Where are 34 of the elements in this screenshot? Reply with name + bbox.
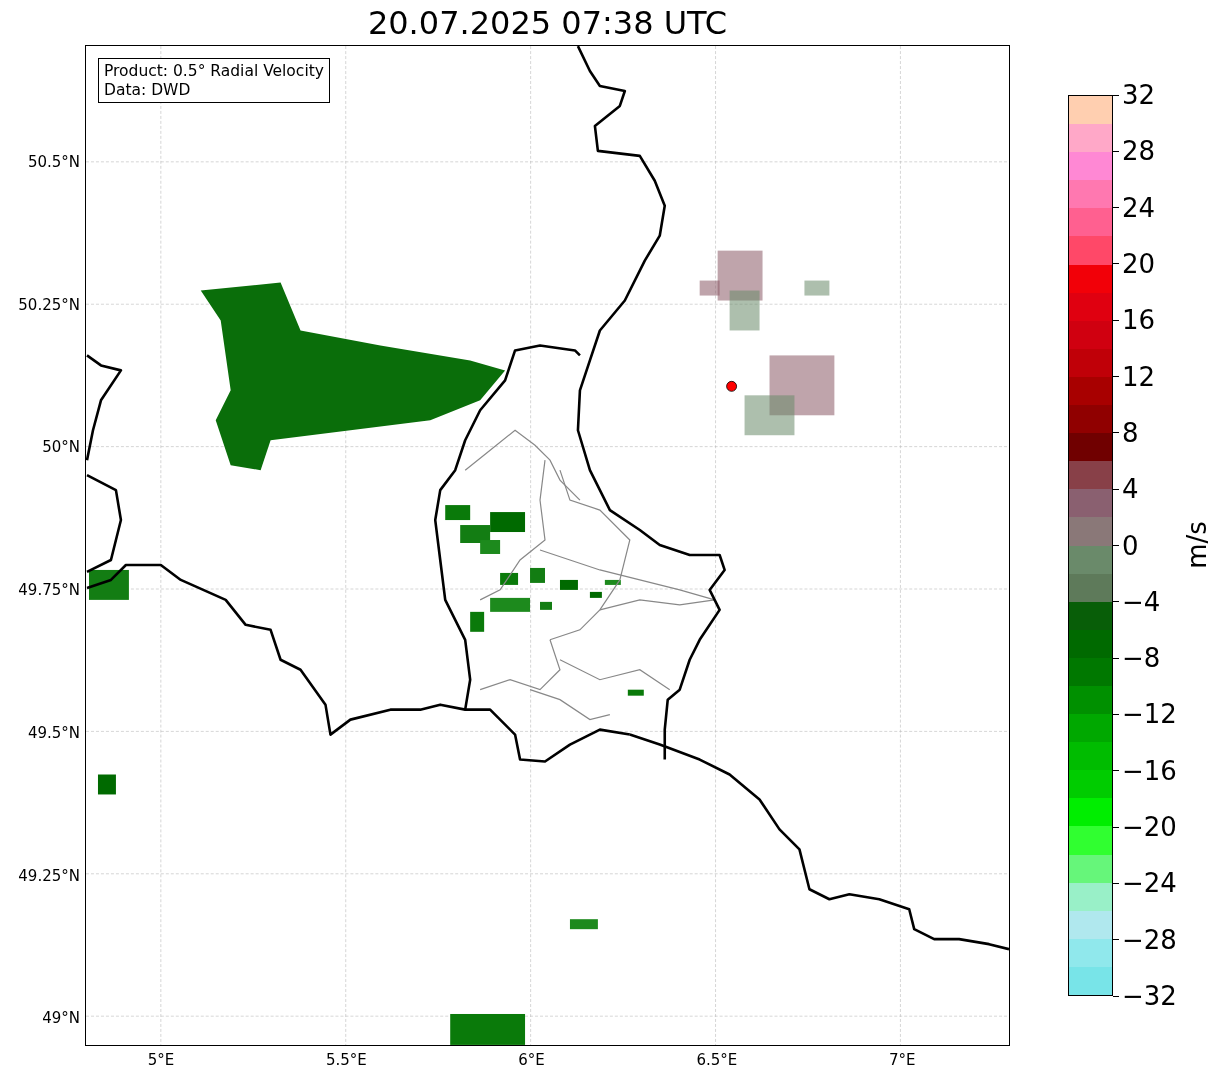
colorbar-tick-label: −28 bbox=[1122, 926, 1177, 953]
colorbar-tick-label: −24 bbox=[1122, 870, 1177, 897]
colorbar-tick-label: 12 bbox=[1122, 363, 1156, 390]
latitude-label: 49.75°N bbox=[18, 581, 80, 600]
latitude-label: 49.5°N bbox=[27, 723, 80, 742]
info-text: Data: DWD bbox=[104, 80, 192, 100]
longitude-label: 6°E bbox=[518, 1051, 545, 1069]
colorbar-tick-label: 32 bbox=[1122, 82, 1156, 108]
longitude-label: 5°E bbox=[147, 1051, 175, 1069]
colorbar-tick-label: 20 bbox=[1122, 250, 1156, 277]
radar-site-marker bbox=[726, 380, 737, 392]
latitude-label: 50.25°N bbox=[18, 295, 80, 314]
colorbar-tick-label: 4 bbox=[1122, 476, 1139, 503]
colorbar-tick-label: −32 bbox=[1122, 983, 1177, 1009]
colorbar-tick-label: −16 bbox=[1122, 757, 1177, 784]
colorbar-tick-label: 16 bbox=[1122, 307, 1156, 334]
latitude-label: 49°N bbox=[42, 1009, 80, 1028]
latitude-label: 50°N bbox=[42, 438, 80, 457]
longitude-label: 5.5°E bbox=[325, 1051, 367, 1069]
colorbar-tick-label: 8 bbox=[1122, 419, 1139, 446]
colorbar-tick-label: −4 bbox=[1122, 588, 1161, 615]
colorbar-tick-label: −12 bbox=[1122, 701, 1177, 728]
colorbar-tick-label: 28 bbox=[1122, 138, 1156, 165]
colorbar-unit-label: m/s bbox=[1181, 521, 1212, 569]
chart-title: 20.07.2025 07:38 UTC bbox=[366, 2, 729, 44]
colorbar-tick-label: 24 bbox=[1122, 194, 1156, 221]
info-text: Product: 0.5° Radial Velocity bbox=[104, 62, 324, 81]
colorbar-tick-label: −20 bbox=[1122, 814, 1177, 841]
colorbar-tick-label: −8 bbox=[1122, 645, 1161, 672]
latitude-label: 49.25°N bbox=[18, 866, 80, 885]
latitude-label: 50.5°N bbox=[27, 153, 80, 171]
longitude-label: 7°E bbox=[888, 1051, 916, 1069]
colorbar-tick-label: 0 bbox=[1122, 532, 1139, 559]
longitude-label: 6.5°E bbox=[696, 1051, 738, 1069]
